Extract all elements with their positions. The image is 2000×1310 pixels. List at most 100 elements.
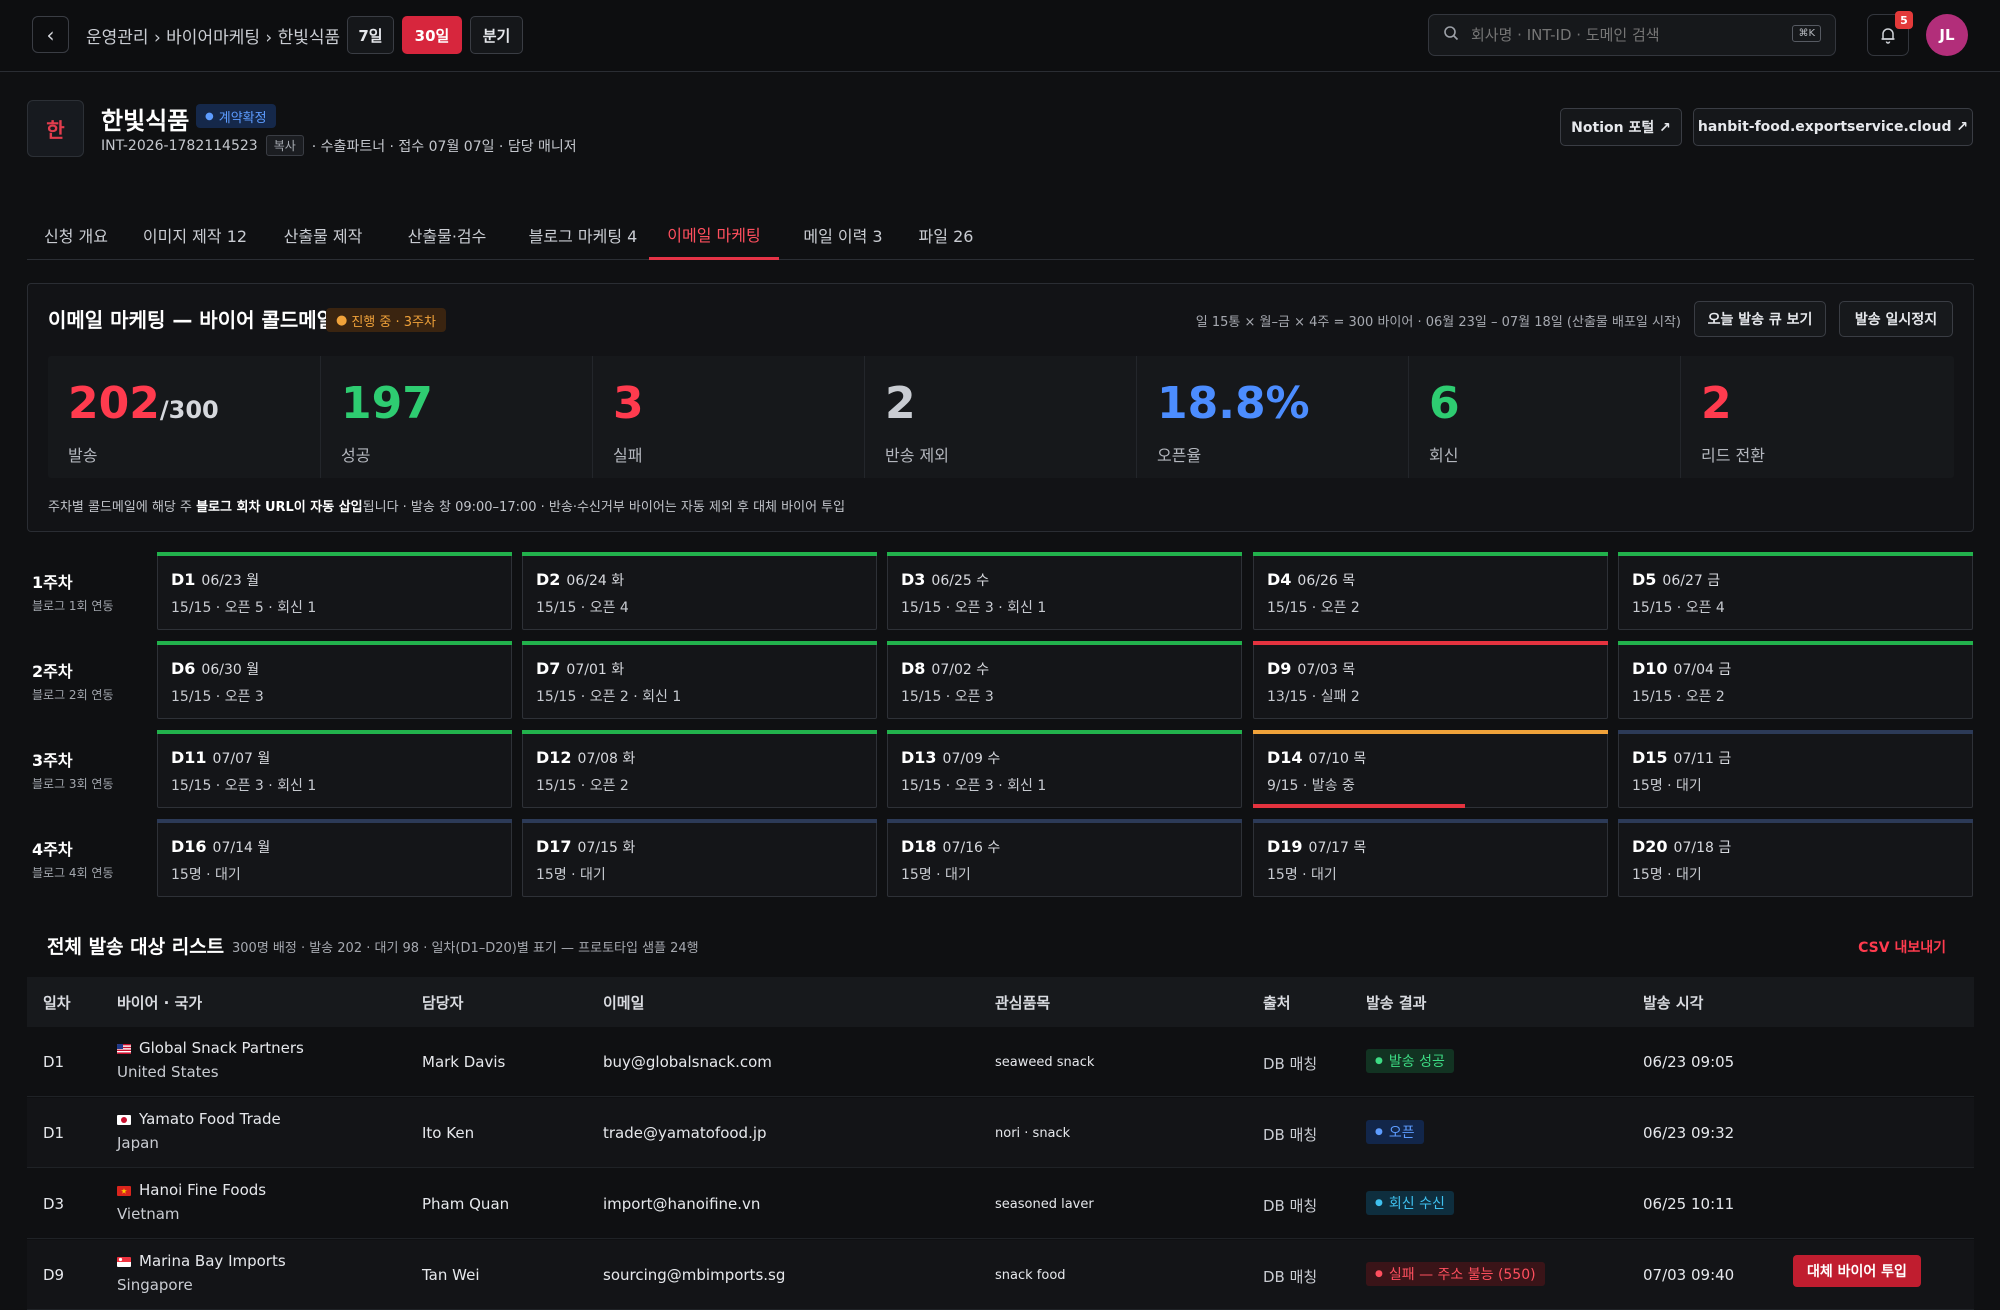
replace-buyer-button[interactable]: 대체 바이어 투입: [1793, 1255, 1921, 1287]
day-card-d5[interactable]: D5 06/27 금 15/15 · 오픈 4: [1618, 552, 1973, 630]
tab-mail-history[interactable]: 메일 이력 3: [791, 210, 895, 260]
week-title: 3주차: [32, 751, 73, 770]
day-card-d6[interactable]: D6 06/30 월 15/15 · 오픈 3: [157, 641, 512, 719]
week-sub: 블로그 4회 연동: [32, 866, 114, 880]
row-email[interactable]: buy@globalsnack.com: [603, 1053, 772, 1071]
day-date: 07/11 금: [1673, 751, 1732, 767]
day-status-bar: [887, 641, 1242, 645]
row-email[interactable]: sourcing@mbimports.sg: [603, 1266, 785, 1284]
day-date: 07/15 화: [577, 840, 636, 856]
day-card-d17[interactable]: D17 07/15 화 15명 · 대기: [522, 819, 877, 897]
row-email[interactable]: import@hanoifine.vn: [603, 1195, 760, 1213]
top-bar: ‹ 운영관리 › 바이어마케팅 › 한빛식품 7일 30일 분기 ⌘K 5 JL: [0, 0, 2000, 72]
notion-portal-button[interactable]: Notion 포털 ↗: [1560, 108, 1682, 146]
domain-link-button[interactable]: hanbit-food.exportservice.cloud ↗: [1693, 108, 1973, 146]
stat-bounce: 2 반송 제외: [865, 356, 1137, 478]
day-card-d16[interactable]: D16 07/14 월 15명 · 대기: [157, 819, 512, 897]
day-card-d14[interactable]: D14 07/10 목 9/15 · 발송 중: [1253, 730, 1608, 808]
tab-deliverables[interactable]: 산출물 제작: [269, 210, 377, 260]
row-day: D3: [43, 1195, 65, 1213]
day-card-d11[interactable]: D11 07/07 월 15/15 · 오픈 3 · 회신 1: [157, 730, 512, 808]
col-contact[interactable]: 담당자: [422, 992, 463, 1013]
csv-export-button[interactable]: CSV 내보내기: [1858, 937, 1946, 957]
tab-overview[interactable]: 신청 개요: [27, 210, 125, 260]
day-card-d1[interactable]: D1 06/23 월 15/15 · 오픈 5 · 회신 1: [157, 552, 512, 630]
row-source: DB 매칭: [1263, 1268, 1318, 1286]
tab-email[interactable]: 이메일 마케팅: [649, 210, 779, 260]
table-row[interactable]: D9 Marina Bay Imports Singapore Tan Wei …: [27, 1240, 1974, 1310]
tab-blog[interactable]: 블로그 마케팅 4: [521, 210, 645, 260]
day-card-d7[interactable]: D7 07/01 화 15/15 · 오픈 2 · 회신 1: [522, 641, 877, 719]
tab-image[interactable]: 이미지 제작 12: [135, 210, 255, 260]
col-item[interactable]: 관심품목: [995, 992, 1050, 1013]
avatar[interactable]: JL: [1926, 14, 1968, 56]
col-time[interactable]: 발송 시각: [1643, 992, 1703, 1013]
day-detail: 15/15 · 오픈 2: [1632, 689, 1725, 705]
pause-button[interactable]: 발송 일시정지: [1839, 301, 1953, 337]
status-badge: ● 계약확정: [196, 104, 276, 128]
day-header: D18 07/16 수: [901, 837, 1000, 857]
row-email[interactable]: trade@yamatofood.jp: [603, 1124, 767, 1142]
back-icon[interactable]: ‹: [32, 16, 69, 53]
col-email[interactable]: 이메일: [603, 992, 644, 1013]
day-header: D6 06/30 월: [171, 659, 259, 679]
day-status-bar: [887, 552, 1242, 556]
day-id: D6: [171, 659, 196, 678]
day-card-d9[interactable]: D9 07/03 목 13/15 · 실패 2: [1253, 641, 1608, 719]
day-id: D7: [536, 659, 561, 678]
copy-button[interactable]: 복사: [265, 135, 304, 156]
stat-sent: 202/300 발송: [48, 356, 321, 478]
table-row[interactable]: D1 Global Snack Partners United States M…: [27, 1027, 1974, 1097]
day-card-d3[interactable]: D3 06/25 수 15/15 · 오픈 3 · 회신 1: [887, 552, 1242, 630]
stat-reply-value: 6: [1429, 378, 1460, 429]
stat-open-rate-label: 오픈율: [1157, 446, 1202, 465]
day-status-bar: [157, 641, 512, 645]
stat-reply: 6 회신: [1409, 356, 1681, 478]
row-contact: Pham Quan: [422, 1195, 510, 1213]
search-box[interactable]: ⌘K: [1428, 14, 1836, 56]
day-header: D20 07/18 금: [1632, 837, 1731, 857]
day-id: D16: [171, 837, 207, 856]
col-source[interactable]: 출처: [1263, 992, 1291, 1013]
day-card-d12[interactable]: D12 07/08 화 15/15 · 오픈 2: [522, 730, 877, 808]
company-id: INT-2026-1782114523: [101, 137, 258, 154]
today-queue-button[interactable]: 오늘 발송 큐 보기: [1694, 301, 1826, 337]
day-status-bar: [522, 730, 877, 734]
col-result[interactable]: 발송 결과: [1366, 992, 1426, 1013]
day-card-d4[interactable]: D4 06/26 목 15/15 · 오픈 2: [1253, 552, 1608, 630]
range-quarter-button[interactable]: 분기: [470, 16, 523, 54]
day-card-d10[interactable]: D10 07/04 금 15/15 · 오픈 2: [1618, 641, 1973, 719]
range-7d-button[interactable]: 7일: [347, 16, 394, 54]
day-status-bar: [157, 552, 512, 556]
day-card-d13[interactable]: D13 07/09 수 15/15 · 오픈 3 · 회신 1: [887, 730, 1242, 808]
table-row[interactable]: D1 Yamato Food Trade Japan Ito Ken trade…: [27, 1098, 1974, 1168]
day-date: 07/08 화: [577, 751, 636, 767]
row-buyer: Yamato Food Trade: [117, 1110, 281, 1128]
search-input[interactable]: [1471, 26, 1781, 44]
row-contact: Tan Wei: [422, 1266, 480, 1284]
row-country: United States: [117, 1063, 219, 1081]
col-day[interactable]: 일차: [43, 992, 71, 1013]
day-card-d19[interactable]: D19 07/17 목 15명 · 대기: [1253, 819, 1608, 897]
day-id: D8: [901, 659, 926, 678]
range-30d-button[interactable]: 30일: [402, 16, 462, 54]
row-item: snack food: [995, 1268, 1066, 1283]
buyer-name: Yamato Food Trade: [139, 1110, 281, 1128]
day-card-d8[interactable]: D8 07/02 수 15/15 · 오픈 3: [887, 641, 1242, 719]
table-row[interactable]: D3 Hanoi Fine Foods Vietnam Pham Quan im…: [27, 1169, 1974, 1239]
note-post: 됩니다 · 발송 창 09:00–17:00 · 반송·수신거부 바이어는 자동…: [362, 500, 846, 515]
col-buyer[interactable]: 바이어 · 국가: [117, 992, 202, 1013]
tab-files[interactable]: 파일 26: [907, 210, 985, 260]
day-status-bar: [887, 819, 1242, 823]
stat-fail-label: 실패: [613, 446, 643, 465]
result-label: 실패 — 주소 불능 (550): [1388, 1267, 1536, 1283]
day-card-d15[interactable]: D15 07/11 금 15명 · 대기: [1618, 730, 1973, 808]
week-title: 2주차: [32, 662, 73, 681]
day-card-d20[interactable]: D20 07/18 금 15명 · 대기: [1618, 819, 1973, 897]
day-card-d18[interactable]: D18 07/16 수 15명 · 대기: [887, 819, 1242, 897]
day-card-d2[interactable]: D2 06/24 화 15/15 · 오픈 4: [522, 552, 877, 630]
stat-lead: 2 리드 전환: [1681, 356, 1954, 478]
tab-review[interactable]: 산출물·검수: [387, 210, 507, 260]
stat-sent-label: 발송: [68, 446, 98, 465]
day-detail: 15/15 · 오픈 3: [901, 689, 994, 705]
